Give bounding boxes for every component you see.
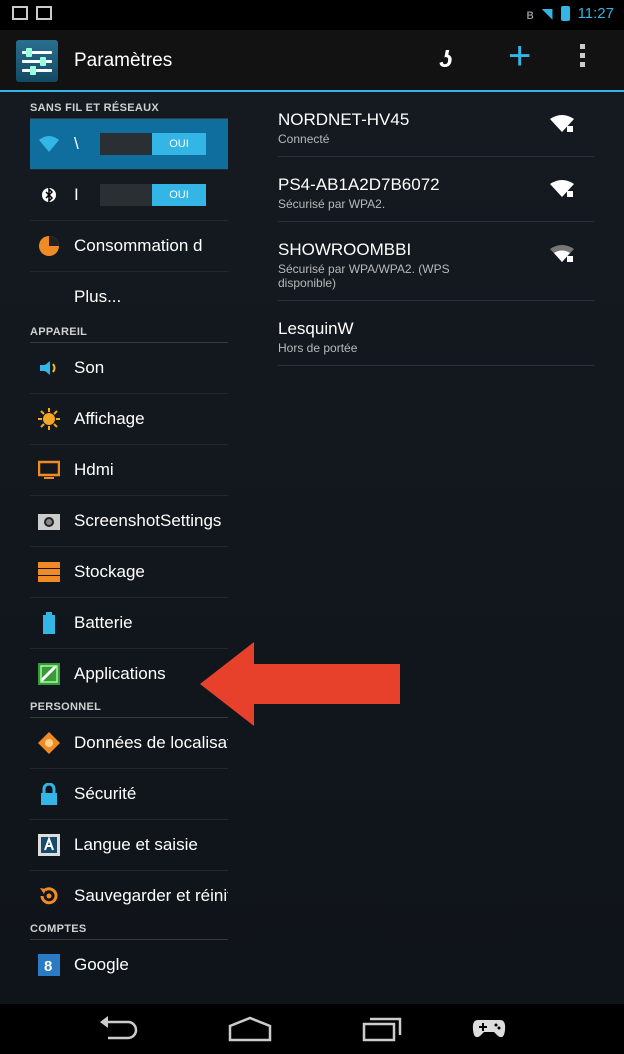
sidebar-item-label: Son	[74, 358, 105, 377]
sidebar-item-storage[interactable]: Stockage	[30, 547, 228, 598]
wifi-toggle[interactable]: OUI	[100, 133, 206, 155]
sidebar-item-label: Applications	[74, 664, 166, 683]
sidebar-item-sound[interactable]: Son	[30, 343, 228, 394]
page-title: Paramètres	[74, 50, 173, 71]
wifi-network-list: NORDNET-HV45 Connecté PS4-AB1A2D7B6072 S…	[278, 92, 594, 366]
network-status: Sécurisé par WPA/WPA2. (WPS disponible)	[278, 262, 450, 290]
sidebar-item-label: Plus...	[74, 287, 122, 306]
bluetooth-icon	[38, 184, 60, 206]
red-arrow-annotation	[200, 642, 400, 726]
home-icon[interactable]	[228, 1016, 272, 1042]
sidebar-item-applications[interactable]: Applications	[30, 649, 228, 699]
sidebar-item-label: Sécurité	[74, 784, 137, 803]
navigation-bar	[0, 1004, 624, 1054]
clock: 11:27	[577, 5, 614, 22]
wifi-network-item[interactable]: NORDNET-HV45 Connecté	[278, 92, 594, 157]
sidebar-item-label: Hdmi	[74, 460, 114, 479]
network-name: SHOWROOMBBI	[278, 240, 412, 259]
wifi-signal-locked-icon	[550, 180, 574, 197]
section-header-wireless: SANS FIL ET RÉSEAUX	[30, 92, 228, 119]
bluetooth-toggle-label: OUI	[152, 184, 206, 206]
sidebar-item-bluetooth[interactable]: I OUI	[30, 170, 228, 221]
sidebar-item-backup[interactable]: Sauvegarder et réinitialiser	[30, 871, 228, 921]
storage-icon	[38, 561, 60, 583]
sidebar-item-more[interactable]: Plus...	[30, 272, 228, 322]
gamepad-icon[interactable]	[472, 1016, 506, 1042]
settings-sidebar: SANS FIL ET RÉSEAUX \ OUI I OUI Consomma…	[30, 92, 228, 1004]
settings-content: SANS FIL ET RÉSEAUX \ OUI I OUI Consomma…	[0, 92, 624, 1004]
wifi-icon	[38, 133, 60, 155]
applications-icon	[38, 663, 60, 685]
wifi-signal-full-icon	[550, 115, 574, 132]
bluetooth-toggle[interactable]: OUI	[100, 184, 206, 206]
settings-app-icon[interactable]	[16, 40, 58, 82]
sidebar-item-language[interactable]: Langue et saisie	[30, 820, 228, 871]
sidebar-item-label: Affichage	[74, 409, 145, 428]
sidebar-item-screenshot-settings[interactable]: ScreenshotSettings	[30, 496, 228, 547]
network-status: Connecté	[278, 132, 330, 146]
battery-icon	[38, 612, 60, 634]
keyboard-language-icon	[38, 834, 60, 856]
camera-icon	[38, 510, 60, 532]
data-usage-icon	[38, 235, 60, 257]
wifi-toggle-label: OUI	[152, 133, 206, 155]
speaker-icon	[38, 357, 60, 379]
network-name: PS4-AB1A2D7B6072	[278, 175, 440, 194]
network-name: NORDNET-HV45	[278, 110, 410, 129]
sidebar-item-label: \	[74, 134, 79, 153]
sidebar-item-wifi[interactable]: \ OUI	[30, 119, 228, 170]
sidebar-item-security[interactable]: Sécurité	[30, 769, 228, 820]
recent-apps-icon[interactable]	[362, 1016, 402, 1042]
google-account-icon: 8	[38, 954, 60, 976]
sidebar-item-hdmi[interactable]: Hdmi	[30, 445, 228, 496]
sidebar-item-location[interactable]: Données de localisation	[30, 718, 228, 769]
backup-restore-icon	[38, 885, 60, 907]
location-icon	[38, 732, 60, 754]
sidebar-item-label: Sauvegarder et réinitialiser	[74, 886, 228, 905]
action-bar: Paramètres ʖ +	[0, 30, 624, 92]
status-bar: ʙ ◥ 11:27	[0, 0, 624, 30]
sidebar-item-label: Stockage	[74, 562, 145, 581]
svg-text:8: 8	[44, 958, 52, 975]
sidebar-item-label: Langue et saisie	[74, 835, 198, 854]
brightness-icon	[38, 408, 60, 430]
wifi-network-item[interactable]: PS4-AB1A2D7B6072 Sécurisé par WPA2.	[278, 157, 594, 222]
section-header-accounts: COMPTES	[30, 921, 228, 940]
overflow-menu-icon[interactable]	[580, 44, 585, 67]
sidebar-item-label: ScreenshotSettings	[74, 511, 222, 530]
section-header-device: APPAREIL	[30, 322, 228, 343]
sidebar-item-display[interactable]: Affichage	[30, 394, 228, 445]
refresh-scan-icon[interactable]: ʖ	[440, 46, 452, 74]
notification-icons	[12, 6, 52, 20]
sidebar-item-label: Consommation d	[74, 236, 203, 255]
gmail-notification-icon	[36, 6, 52, 20]
lock-icon	[38, 782, 60, 805]
sidebar-item-label: Données de localisation	[74, 733, 228, 752]
back-icon[interactable]	[98, 1016, 138, 1042]
sidebar-item-label: I	[74, 185, 79, 204]
network-status: Sécurisé par WPA2.	[278, 197, 386, 211]
wifi-network-item[interactable]: LesquinW Hors de portée	[278, 301, 594, 366]
image-notification-icon	[12, 6, 28, 20]
add-network-button[interactable]: +	[508, 36, 531, 76]
section-header-personal: PERSONNEL	[30, 699, 228, 718]
sidebar-item-google[interactable]: 8 Google	[30, 940, 228, 990]
wifi-signal-weak-icon	[550, 245, 574, 262]
sidebar-item-label: Google	[74, 955, 129, 974]
network-status: Hors de portée	[278, 341, 358, 355]
network-name: LesquinW	[278, 319, 354, 338]
sidebar-item-battery[interactable]: Batterie	[30, 598, 228, 649]
sidebar-item-data-usage[interactable]: Consommation d	[30, 221, 228, 272]
wifi-network-item[interactable]: SHOWROOMBBI Sécurisé par WPA/WPA2. (WPS …	[278, 222, 594, 301]
sidebar-item-label: Batterie	[74, 613, 133, 632]
system-icons: ʙ ◥ 11:27	[526, 5, 614, 22]
blank-icon	[38, 286, 60, 308]
bluetooth-status-icon: ʙ	[526, 5, 534, 22]
monitor-icon	[37, 459, 61, 481]
wifi-status-icon: ◥	[541, 5, 553, 21]
battery-icon	[560, 6, 570, 21]
